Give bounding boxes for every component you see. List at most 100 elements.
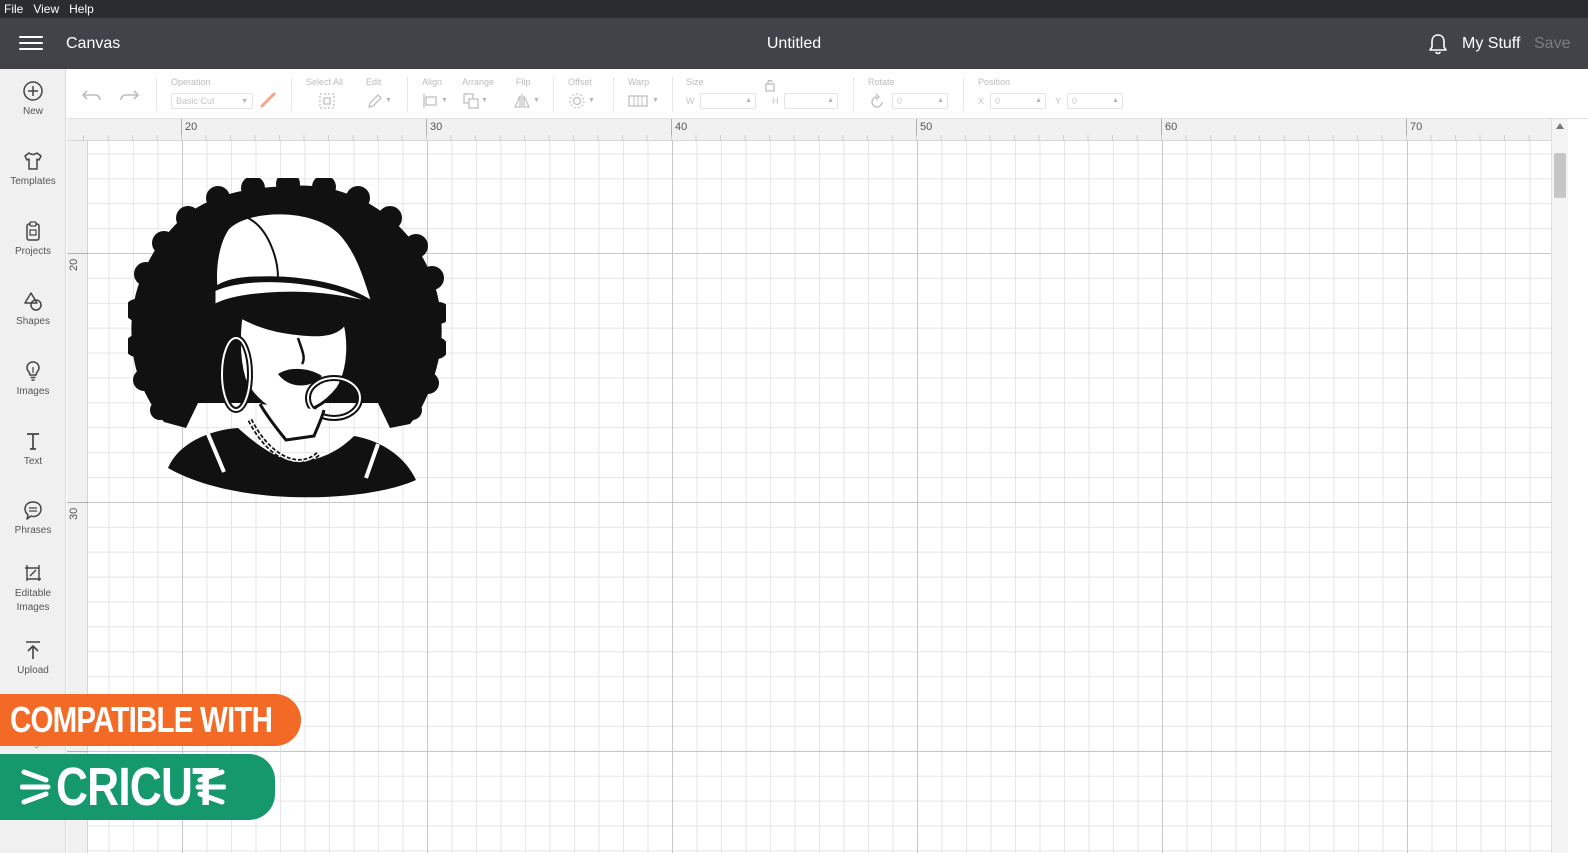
pen-color-icon[interactable] <box>259 91 277 109</box>
right-edge <box>1568 119 1588 853</box>
sidebar-label-text: Text <box>23 456 43 467</box>
align-label: Align <box>422 77 443 87</box>
offset-icon[interactable] <box>568 92 586 110</box>
sidebar-label-upload: Upload <box>17 665 49 676</box>
sidebar-item-shapes[interactable]: Shapes <box>0 290 66 329</box>
lightbulb-icon <box>26 361 40 381</box>
menu-file[interactable]: File <box>0 0 28 18</box>
text-t-icon <box>27 433 39 450</box>
operation-select[interactable]: Basic Cut ▼ <box>171 93 253 109</box>
compatible-with-badge: COMPATIBLE WITH <box>0 694 301 746</box>
edit-pencil-icon[interactable] <box>366 92 384 110</box>
sidebar-label-images: Images <box>16 386 50 397</box>
height-label: H <box>772 96 779 106</box>
tshirt-icon <box>24 152 42 170</box>
ruler-left-label: 20 <box>68 258 80 271</box>
my-stuff-link[interactable]: My Stuff <box>1462 18 1520 69</box>
afro-woman-silhouette-image[interactable] <box>128 178 446 504</box>
edit-label: Edit <box>366 77 382 87</box>
scrollbar-thumb[interactable] <box>1554 153 1566 198</box>
x-label: X <box>978 96 985 106</box>
save-button[interactable]: Save <box>1534 18 1570 69</box>
sidebar-item-phrases[interactable]: Phrases <box>0 499 66 538</box>
sidebar-item-text[interactable]: Text <box>0 430 66 469</box>
sparkle-icon <box>195 769 226 805</box>
document-title: Untitled <box>766 35 822 52</box>
height-input[interactable]: ▲ <box>784 93 838 109</box>
sidebar-item-projects[interactable]: Projects <box>0 220 66 259</box>
flip-icon[interactable] <box>513 92 531 110</box>
clipboard-icon <box>26 221 40 241</box>
y-label: Y <box>1055 96 1062 106</box>
ruler-horizontal-ticks <box>83 119 1530 141</box>
app-header: Canvas Untitled My Stuff Save <box>0 18 1588 69</box>
ruler-horizontal: 20 30 40 50 60 70 <box>67 119 1551 141</box>
undo-icon[interactable] <box>81 87 103 103</box>
rotate-icon[interactable] <box>868 93 886 111</box>
select-all-label: Select All <box>306 77 344 87</box>
scroll-up-arrow-icon[interactable] <box>1556 123 1564 129</box>
sidebar-item-templates[interactable]: Templates <box>0 150 66 189</box>
hamburger-menu-icon[interactable] <box>19 34 43 52</box>
ruler-left-label: 30 <box>68 507 80 520</box>
edit-image-icon <box>25 565 41 581</box>
sidebar-item-editable-images[interactable]: Editable Images <box>0 562 66 615</box>
width-input[interactable]: ▲ <box>700 93 756 109</box>
app-title: Canvas <box>66 35 121 52</box>
ruler-top-label: 20 <box>185 121 198 133</box>
edit-group: Edit ▼ <box>366 69 406 119</box>
sidebar-item-new[interactable]: New <box>0 80 66 119</box>
lock-aspect-icon[interactable] <box>764 78 778 92</box>
sidebar-label-projects: Projects <box>14 246 52 257</box>
align-group: Align ▼ <box>422 69 462 119</box>
select-all-icon[interactable] <box>318 92 336 110</box>
rotate-input[interactable]: 0 ▲ <box>892 93 948 109</box>
offset-label: Offset <box>568 77 592 87</box>
speech-bubble-icon <box>24 501 42 520</box>
vertical-scrollbar[interactable] <box>1551 119 1568 853</box>
flip-group: Flip ▼ <box>513 69 556 119</box>
cricut-badge: CRICUT <box>0 754 275 820</box>
flip-label: Flip <box>516 77 531 87</box>
arrange-group: Arrange ▼ <box>462 69 502 119</box>
offset-group: Offset ▼ <box>568 69 608 119</box>
compatible-with-text: COMPATIBLE WITH <box>10 699 273 740</box>
sparkle-icon <box>20 769 51 805</box>
arrange-icon[interactable] <box>462 92 480 110</box>
position-label: Position <box>978 77 1011 87</box>
upload-icon <box>26 641 40 659</box>
sidebar-item-images[interactable]: Images <box>0 360 66 399</box>
align-icon[interactable] <box>422 92 440 110</box>
rotate-group: Rotate 0 ▲ <box>868 69 958 119</box>
sidebar-item-upload[interactable]: Upload <box>0 639 66 678</box>
warp-group: Warp ▼ <box>628 69 668 119</box>
operation-label: Operation <box>171 77 211 87</box>
width-label: W <box>686 96 695 106</box>
ruler-top-label: 30 <box>430 121 443 133</box>
size-label: Size <box>686 77 704 87</box>
warp-label: Warp <box>628 77 650 87</box>
select-all-group: Select All <box>306 69 356 119</box>
menu-help[interactable]: Help <box>64 0 99 18</box>
ruler-top-label: 40 <box>675 121 688 133</box>
notification-bell-icon[interactable] <box>1427 32 1449 56</box>
size-group: Size W ▲ H ▲ <box>686 69 856 119</box>
warp-icon[interactable] <box>628 94 648 108</box>
sidebar-label-new: New <box>22 106 43 117</box>
y-value: 0 <box>1072 96 1078 106</box>
x-value: 0 <box>995 96 1001 106</box>
ruler-vertical: 20 30 <box>67 141 88 853</box>
ruler-top-label: 70 <box>1410 121 1423 133</box>
ruler-top-label: 60 <box>1165 121 1178 133</box>
y-position-input[interactable]: 0 ▲ <box>1067 93 1123 109</box>
operation-group: Operation Basic Cut ▼ <box>171 69 281 119</box>
sidebar-label-shapes: Shapes <box>16 316 50 327</box>
redo-icon[interactable] <box>118 87 140 103</box>
shapes-icon <box>24 292 42 311</box>
ruler-top-label: 50 <box>920 121 933 133</box>
sidebar-label-phrases: Phrases <box>14 525 52 536</box>
x-position-input[interactable]: 0 ▲ <box>990 93 1046 109</box>
sidebar-label-editable-images: Editable Images <box>14 588 52 613</box>
edit-toolbar: Operation Basic Cut ▼ Select All Edit ▼ … <box>67 69 1588 119</box>
menu-view[interactable]: View <box>28 0 64 18</box>
